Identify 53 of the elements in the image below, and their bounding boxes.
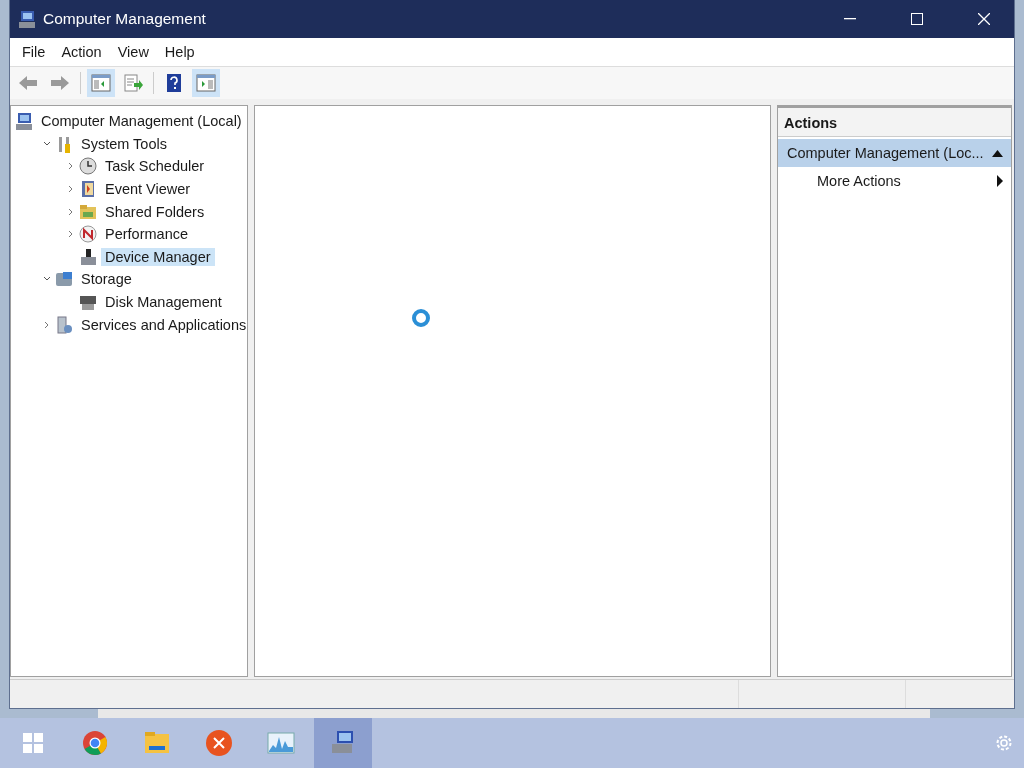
collapse-chevron-icon[interactable]: [44, 320, 50, 329]
taskbar-app-button[interactable]: [314, 718, 372, 768]
collapse-arrow-icon: [992, 149, 1003, 157]
export-list-icon: [123, 74, 143, 92]
clock-icon: [79, 157, 97, 176]
computer-icon: [18, 10, 36, 28]
chart-window-icon: [267, 729, 295, 757]
tree-item[interactable]: Event Viewer: [101, 180, 195, 199]
maximize-icon: [911, 13, 923, 25]
tree-item[interactable]: Services and Applications: [77, 315, 251, 334]
action-item[interactable]: More Actions: [778, 167, 1011, 195]
back-arrow-icon: [18, 75, 38, 91]
forward-arrow-icon: [50, 75, 70, 91]
collapse-chevron-icon[interactable]: [68, 162, 74, 171]
x-circle-icon: [205, 729, 233, 757]
server-gear-icon: [55, 315, 73, 334]
submenu-arrow-icon: [997, 175, 1003, 187]
actions-section-header[interactable]: Computer Management (Loc...: [778, 139, 1011, 167]
panel-icon: [91, 74, 111, 92]
close-icon: [978, 13, 990, 25]
menu-item[interactable]: Help: [156, 44, 203, 60]
tree-item[interactable]: Storage: [77, 270, 136, 289]
folder-icon: [79, 202, 97, 221]
menu-item[interactable]: View: [109, 44, 157, 60]
disk-drive-icon: [79, 293, 97, 312]
tree-item[interactable]: Disk Management: [101, 293, 226, 312]
expand-chevron-icon[interactable]: [43, 140, 51, 147]
device-icon: [79, 247, 97, 266]
tree-item[interactable]: Device Manager: [101, 247, 215, 266]
expand-chevron-icon[interactable]: [43, 276, 51, 283]
window-title: Computer Management: [43, 10, 206, 28]
actions-header: Actions: [778, 108, 1011, 137]
show-tree-button[interactable]: [87, 69, 115, 97]
computer-icon: [15, 112, 33, 131]
tree-item[interactable]: System Tools: [77, 134, 171, 153]
browser-icon: [81, 729, 109, 757]
menu-item[interactable]: Action: [53, 44, 110, 60]
settings-icon[interactable]: [994, 733, 1014, 753]
gauge-icon: [79, 225, 97, 244]
loading-spinner-icon: [411, 308, 431, 328]
storage-icon: [55, 270, 73, 289]
collapse-chevron-icon[interactable]: [68, 185, 74, 194]
menu-item[interactable]: File: [14, 44, 54, 60]
collapse-chevron-icon[interactable]: [68, 230, 74, 239]
minimize-icon: [844, 18, 856, 20]
collapse-chevron-icon[interactable]: [68, 207, 74, 216]
tree-item[interactable]: Computer Management (Local): [37, 112, 246, 131]
help-icon: [166, 73, 182, 93]
tree-item[interactable]: Task Scheduler: [101, 157, 209, 176]
log-book-icon: [79, 180, 97, 199]
panel-icon: [196, 74, 216, 92]
tree-item[interactable]: Performance: [101, 225, 192, 244]
tree-item[interactable]: Shared Folders: [101, 202, 209, 221]
